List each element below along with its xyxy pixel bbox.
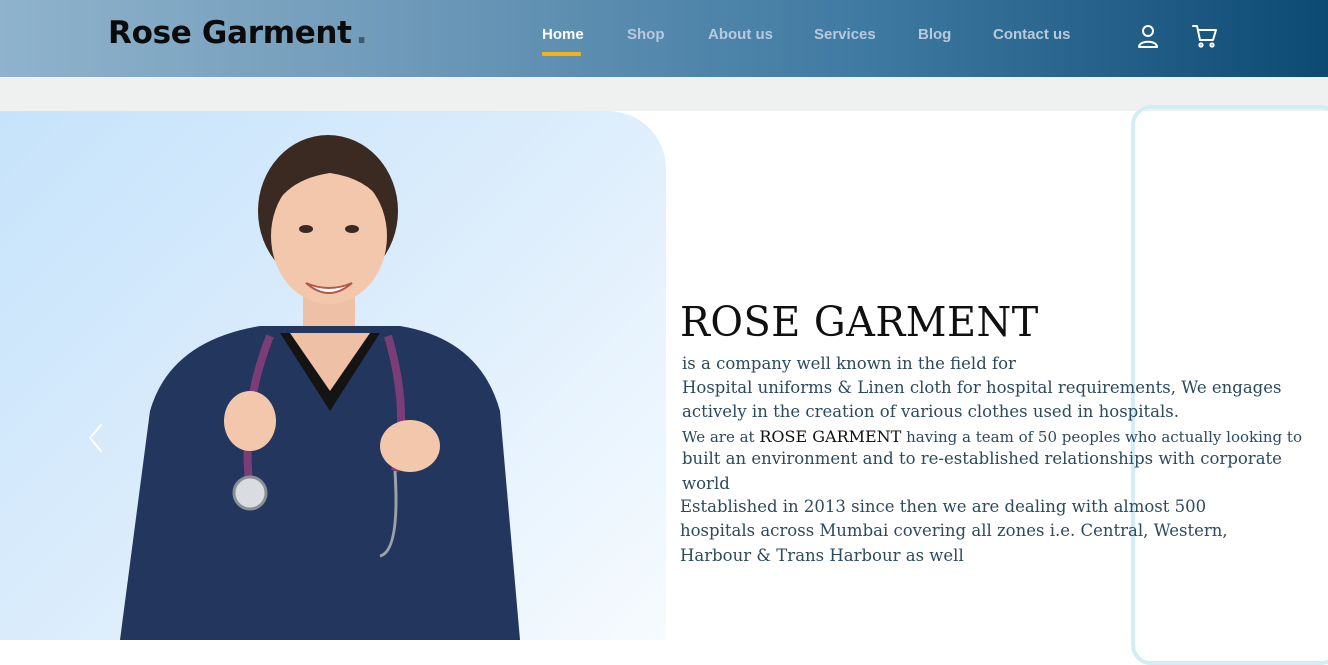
hero-text-line: Established in 2013 since then we are de… bbox=[680, 497, 1207, 516]
brand-logo-text[interactable]: Rose Garment bbox=[108, 15, 352, 51]
nav-services[interactable]: Services bbox=[814, 26, 876, 43]
nav-blog[interactable]: Blog bbox=[918, 26, 951, 43]
hero-text-line: is a company well known in the field for bbox=[682, 354, 1016, 373]
hero-text-line: hospitals across Mumbai covering all zon… bbox=[680, 521, 1228, 540]
hero-image bbox=[0, 111, 666, 640]
nav-about-us[interactable]: About us bbox=[708, 26, 773, 43]
brand-logo-dot: . bbox=[355, 15, 368, 51]
top-header: Rose Garment. Home Shop About us Service… bbox=[0, 0, 1328, 77]
cart-icon[interactable] bbox=[1191, 23, 1217, 49]
header-divider-strip bbox=[0, 77, 1328, 111]
hero-text-segment: having a team of 50 peoples who actually… bbox=[901, 428, 1302, 446]
brand-logo[interactable]: Rose Garment. bbox=[108, 15, 368, 51]
nav-home[interactable]: Home bbox=[542, 26, 584, 43]
hero-text-line: We are at ROSE GARMENT having a team of … bbox=[682, 425, 1302, 450]
hero-brand-inline: ROSE GARMENT bbox=[759, 427, 902, 446]
chevron-left-icon[interactable] bbox=[86, 422, 106, 454]
nurse-photo bbox=[120, 135, 520, 640]
hero-text-line: Harbour & Trans Harbour as well bbox=[680, 546, 964, 565]
nav-contact-us[interactable]: Contact us bbox=[993, 26, 1071, 43]
hero-text-line: Hospital uniforms & Linen cloth for hosp… bbox=[682, 378, 1282, 397]
active-nav-indicator bbox=[542, 52, 581, 56]
hero-text-line: world bbox=[682, 474, 730, 493]
hero-text-line: built an environment and to re-establish… bbox=[682, 449, 1282, 468]
hero-text-line: actively in the creation of various clot… bbox=[682, 402, 1179, 421]
user-icon[interactable] bbox=[1136, 23, 1162, 49]
hero-title: ROSE GARMENT bbox=[680, 298, 1039, 346]
hero-text-segment: We are at bbox=[682, 428, 760, 446]
nav-shop[interactable]: Shop bbox=[627, 26, 665, 43]
